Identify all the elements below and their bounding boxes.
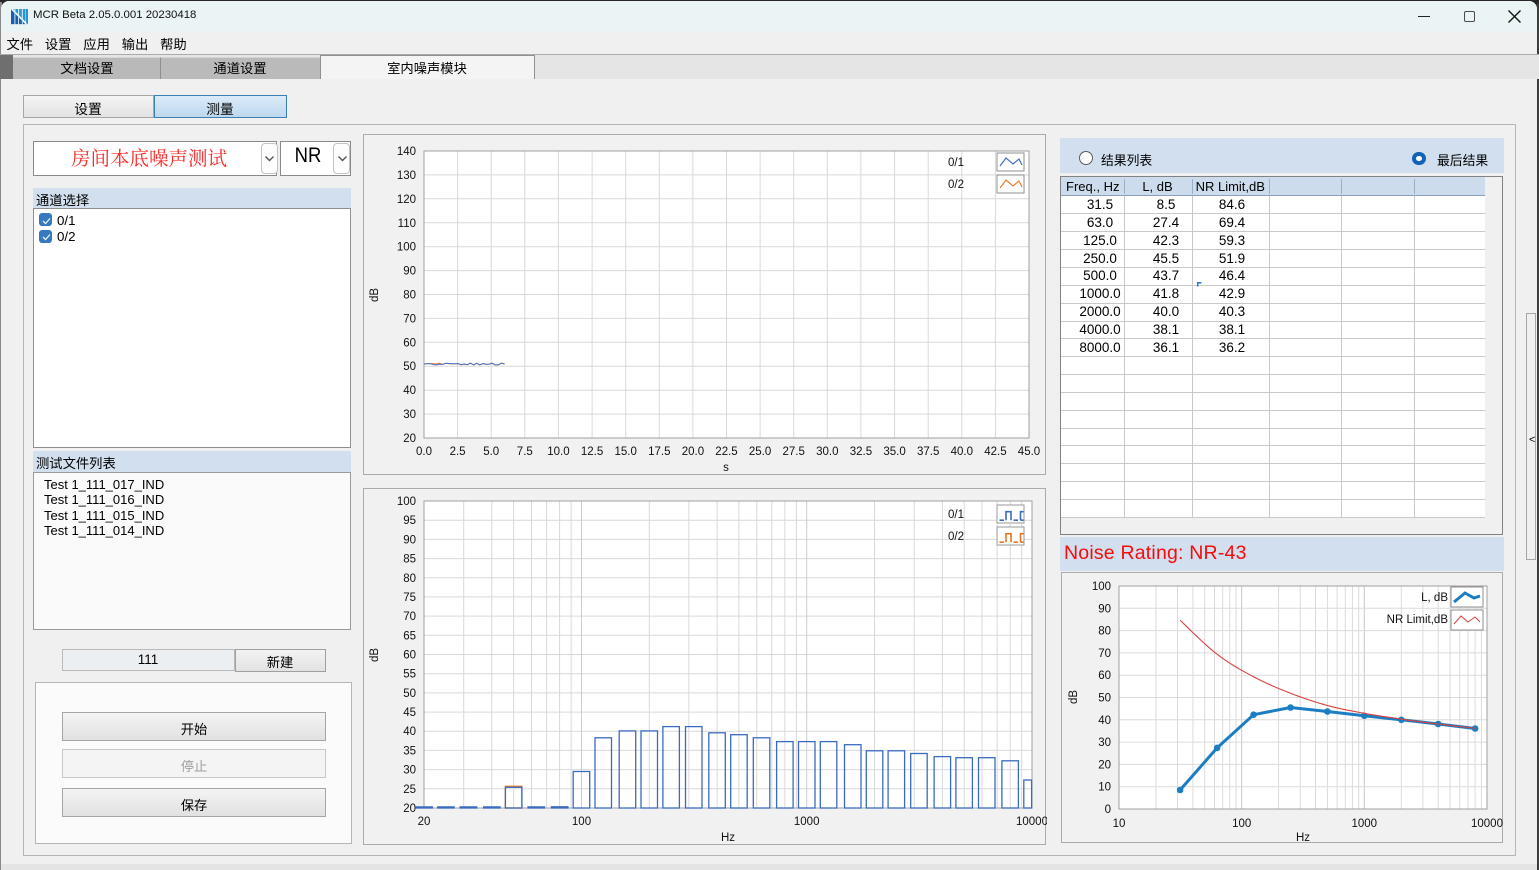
svg-text:10: 10 <box>1098 782 1111 794</box>
svg-text:100: 100 <box>397 242 416 254</box>
svg-text:25.0: 25.0 <box>749 446 771 458</box>
svg-text:30: 30 <box>1098 737 1111 749</box>
svg-text:20.0: 20.0 <box>682 446 704 458</box>
svg-text:60: 60 <box>403 337 416 349</box>
svg-text:100: 100 <box>1232 818 1251 830</box>
svg-text:17.5: 17.5 <box>648 446 670 458</box>
svg-text:30: 30 <box>403 765 416 777</box>
svg-text:40: 40 <box>1098 715 1111 727</box>
svg-text:35.0: 35.0 <box>883 446 905 458</box>
svg-text:27.5: 27.5 <box>783 446 805 458</box>
svg-text:70: 70 <box>1098 648 1111 660</box>
svg-text:80: 80 <box>403 573 416 585</box>
svg-text:5.0: 5.0 <box>483 446 499 458</box>
svg-text:20: 20 <box>1098 759 1111 771</box>
svg-text:140: 140 <box>397 146 416 158</box>
svg-text:12.5: 12.5 <box>581 446 603 458</box>
svg-text:s: s <box>723 462 729 474</box>
svg-text:1000: 1000 <box>794 816 820 828</box>
svg-text:1000: 1000 <box>1352 818 1378 830</box>
svg-text:30: 30 <box>403 409 416 421</box>
svg-text:70: 70 <box>403 313 416 325</box>
svg-text:0/2: 0/2 <box>948 531 964 543</box>
svg-text:80: 80 <box>403 290 416 302</box>
svg-text:120: 120 <box>397 194 416 206</box>
svg-text:85: 85 <box>403 554 416 566</box>
svg-text:20: 20 <box>418 816 431 828</box>
svg-text:90: 90 <box>403 266 416 278</box>
svg-text:30.0: 30.0 <box>816 446 838 458</box>
svg-text:0/2: 0/2 <box>948 179 964 191</box>
svg-text:100: 100 <box>397 496 416 508</box>
svg-text:L, dB: L, dB <box>1421 592 1448 604</box>
svg-text:15.0: 15.0 <box>615 446 637 458</box>
svg-text:dB: dB <box>369 648 381 662</box>
svg-text:22.5: 22.5 <box>715 446 737 458</box>
svg-text:0/1: 0/1 <box>948 509 964 521</box>
svg-text:20: 20 <box>403 803 416 815</box>
svg-text:55: 55 <box>403 669 416 681</box>
svg-text:65: 65 <box>403 630 416 642</box>
svg-text:2.5: 2.5 <box>450 446 466 458</box>
svg-text:90: 90 <box>1098 603 1111 615</box>
svg-text:10000: 10000 <box>1471 818 1503 830</box>
svg-text:50: 50 <box>403 688 416 700</box>
svg-text:75: 75 <box>403 592 416 604</box>
svg-text:Hz: Hz <box>721 832 735 844</box>
svg-text:130: 130 <box>397 170 416 182</box>
svg-text:Hz: Hz <box>1296 832 1310 844</box>
svg-text:100: 100 <box>1092 581 1111 593</box>
svg-text:35: 35 <box>403 745 416 757</box>
svg-text:dB: dB <box>369 288 381 302</box>
svg-text:40: 40 <box>403 726 416 738</box>
svg-text:25: 25 <box>403 784 416 796</box>
svg-text:10: 10 <box>1113 818 1126 830</box>
svg-text:45.0: 45.0 <box>1018 446 1040 458</box>
svg-text:50: 50 <box>403 361 416 373</box>
svg-text:37.5: 37.5 <box>917 446 939 458</box>
svg-text:0.0: 0.0 <box>416 446 432 458</box>
svg-text:dB: dB <box>1068 690 1080 704</box>
svg-text:0/1: 0/1 <box>948 157 964 169</box>
svg-text:32.5: 32.5 <box>850 446 872 458</box>
svg-text:10000: 10000 <box>1016 816 1047 828</box>
svg-text:70: 70 <box>403 611 416 623</box>
svg-text:20: 20 <box>403 433 416 445</box>
svg-text:90: 90 <box>403 534 416 546</box>
svg-text:60: 60 <box>403 650 416 662</box>
svg-text:10.0: 10.0 <box>547 446 569 458</box>
svg-text:80: 80 <box>1098 626 1111 638</box>
svg-text:NR Limit,dB: NR Limit,dB <box>1387 614 1449 626</box>
svg-text:50: 50 <box>1098 693 1111 705</box>
svg-text:7.5: 7.5 <box>517 446 533 458</box>
svg-text:42.5: 42.5 <box>984 446 1006 458</box>
svg-text:0: 0 <box>1105 804 1111 816</box>
svg-text:95: 95 <box>403 515 416 527</box>
svg-text:100: 100 <box>572 816 591 828</box>
svg-text:110: 110 <box>398 218 416 230</box>
svg-text:60: 60 <box>1098 670 1111 682</box>
svg-text:40.0: 40.0 <box>951 446 973 458</box>
svg-text:40: 40 <box>403 385 416 397</box>
svg-text:45: 45 <box>403 707 416 719</box>
